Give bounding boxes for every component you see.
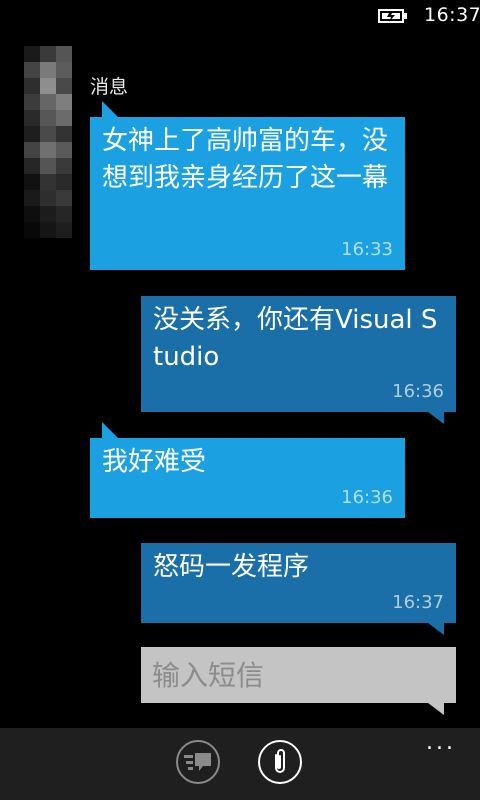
- message-bubble-outgoing[interactable]: 没关系，你还有Visual Studio 16:36: [141, 296, 456, 424]
- message-time: 16:33: [341, 239, 393, 260]
- sms-input[interactable]: [141, 647, 456, 703]
- message-time: 16:36: [341, 487, 393, 508]
- compose-box[interactable]: [141, 647, 456, 715]
- message-text: 我好难受: [102, 447, 207, 477]
- message-text: 怒码一发程序: [153, 552, 310, 582]
- message-text: 女神上了高帅富的车，没想到我亲身经历了这一幕: [102, 126, 389, 193]
- message-bubble-incoming[interactable]: 女神上了高帅富的车，没想到我亲身经历了这一幕 16:33: [90, 101, 405, 270]
- attachment-icon: [275, 749, 285, 773]
- message-time: 16:37: [392, 592, 444, 613]
- more-options-icon[interactable]: ...: [426, 732, 456, 754]
- message-bubble-incoming[interactable]: 我好难受 16:36: [90, 422, 405, 518]
- voice-button[interactable]: [176, 740, 220, 784]
- message-text: 没关系，你还有Visual Studio: [153, 305, 438, 372]
- attach-button[interactable]: [258, 740, 302, 784]
- contact-avatar[interactable]: [24, 46, 72, 240]
- battery-charging-icon: [378, 9, 407, 23]
- message-bubble-outgoing[interactable]: 怒码一发程序 16:37: [141, 543, 456, 635]
- app-bar: ...: [0, 728, 480, 800]
- message-time: 16:36: [392, 381, 444, 402]
- voice-message-icon: [184, 753, 211, 771]
- status-bar: 16:37: [0, 0, 480, 32]
- thread-label: 消息: [90, 76, 129, 98]
- status-clock: 16:37: [424, 4, 480, 26]
